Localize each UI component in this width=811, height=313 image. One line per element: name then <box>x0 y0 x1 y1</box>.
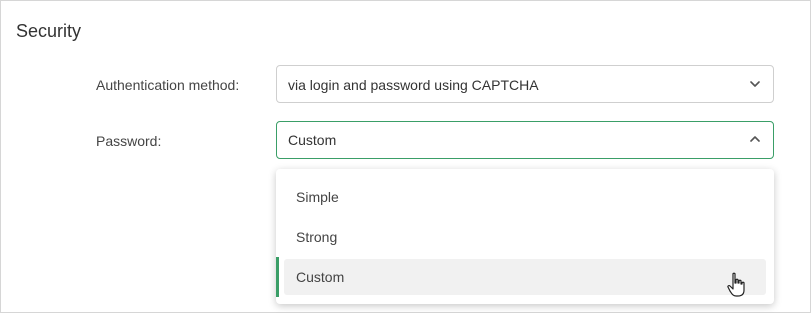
password-select[interactable]: Custom <box>276 121 774 159</box>
authentication-method-label: Authentication method: <box>96 77 240 93</box>
authentication-method-value: via login and password using CAPTCHA <box>288 77 539 93</box>
selected-indicator <box>276 257 279 297</box>
security-panel: Security Authentication method: via logi… <box>0 0 811 313</box>
chevron-up-icon <box>750 136 760 142</box>
chevron-down-icon <box>750 81 760 87</box>
section-title: Security <box>16 21 82 41</box>
authentication-method-select[interactable]: via login and password using CAPTCHA <box>276 65 774 103</box>
password-option-simple[interactable]: Simple <box>284 179 766 215</box>
password-label: Password: <box>96 133 162 149</box>
hand-pointer-cursor-icon <box>727 272 745 297</box>
password-dropdown-menu: Simple Strong Custom <box>276 169 774 304</box>
password-option-custom[interactable]: Custom <box>284 259 766 295</box>
password-value: Custom <box>288 132 337 148</box>
password-option-strong[interactable]: Strong <box>284 219 766 255</box>
